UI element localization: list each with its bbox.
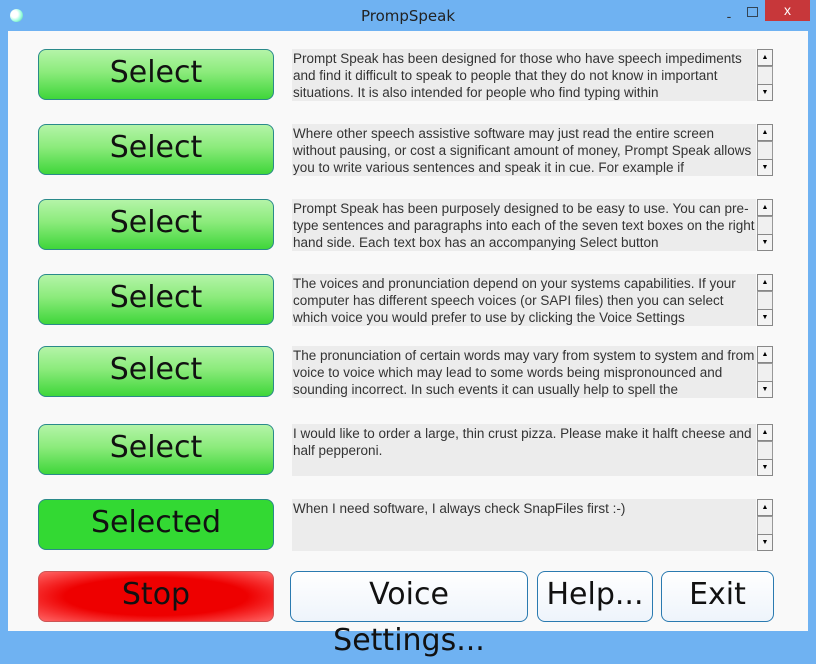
scrollbar[interactable]: ▲ ▼ <box>757 124 773 176</box>
help-button[interactable]: Help... <box>537 571 653 622</box>
scroll-down-icon[interactable]: ▼ <box>757 534 773 551</box>
close-button[interactable]: x <box>765 0 810 21</box>
title-bar: PrompSpeak - x <box>0 0 816 31</box>
scroll-down-icon[interactable]: ▼ <box>757 159 773 176</box>
scroll-up-icon[interactable]: ▲ <box>757 49 773 66</box>
scroll-thumb[interactable] <box>757 363 773 382</box>
voice-settings-button[interactable]: Voice Settings... <box>290 571 528 658</box>
scroll-up-icon[interactable]: ▲ <box>757 424 773 441</box>
scroll-thumb[interactable] <box>757 216 773 235</box>
maximize-button[interactable] <box>742 4 762 22</box>
select-button[interactable]: Select <box>38 346 274 397</box>
select-button[interactable]: Select <box>38 199 274 250</box>
stop-button[interactable]: Stop <box>38 571 274 622</box>
window-title: PrompSpeak <box>360 7 456 25</box>
scroll-down-icon[interactable]: ▼ <box>757 459 773 476</box>
prompt-textbox[interactable]: When I need software, I always check Sna… <box>292 499 756 551</box>
scroll-thumb[interactable] <box>757 141 773 160</box>
scroll-up-icon[interactable]: ▲ <box>757 499 773 516</box>
prompt-textbox[interactable]: The pronunciation of certain words may v… <box>292 346 756 398</box>
select-button[interactable]: Select <box>38 124 274 175</box>
prompt-textbox[interactable]: I would like to order a large, thin crus… <box>292 424 756 476</box>
prompt-textbox[interactable]: Where other speech assistive software ma… <box>292 124 756 176</box>
scroll-up-icon[interactable]: ▲ <box>757 274 773 291</box>
select-button[interactable]: Select <box>38 424 274 475</box>
scroll-thumb[interactable] <box>757 291 773 310</box>
scroll-down-icon[interactable]: ▼ <box>757 234 773 251</box>
exit-button[interactable]: Exit <box>661 571 774 622</box>
scroll-up-icon[interactable]: ▲ <box>757 346 773 363</box>
scrollbar[interactable]: ▲ ▼ <box>757 499 773 551</box>
scroll-thumb[interactable] <box>757 516 773 535</box>
scroll-up-icon[interactable]: ▲ <box>757 199 773 216</box>
maximize-icon <box>747 7 758 17</box>
select-button[interactable]: Selected <box>38 499 274 550</box>
scrollbar[interactable]: ▲ ▼ <box>757 199 773 251</box>
select-button[interactable]: Select <box>38 49 274 100</box>
prompt-textbox[interactable]: Prompt Speak has been purposely designed… <box>292 199 756 251</box>
scroll-down-icon[interactable]: ▼ <box>757 84 773 101</box>
scrollbar[interactable]: ▲ ▼ <box>757 274 773 326</box>
scrollbar[interactable]: ▲ ▼ <box>757 424 773 476</box>
scrollbar[interactable]: ▲ ▼ <box>757 346 773 398</box>
scroll-up-icon[interactable]: ▲ <box>757 124 773 141</box>
scroll-thumb[interactable] <box>757 441 773 460</box>
scrollbar[interactable]: ▲ ▼ <box>757 49 773 101</box>
scroll-thumb[interactable] <box>757 66 773 85</box>
prompt-textbox[interactable]: Prompt Speak has been designed for those… <box>292 49 756 101</box>
prompt-textbox[interactable]: The voices and pronunciation depend on y… <box>292 274 756 326</box>
scroll-down-icon[interactable]: ▼ <box>757 381 773 398</box>
select-button[interactable]: Select <box>38 274 274 325</box>
scroll-down-icon[interactable]: ▼ <box>757 309 773 326</box>
minimize-button[interactable]: - <box>716 8 742 24</box>
